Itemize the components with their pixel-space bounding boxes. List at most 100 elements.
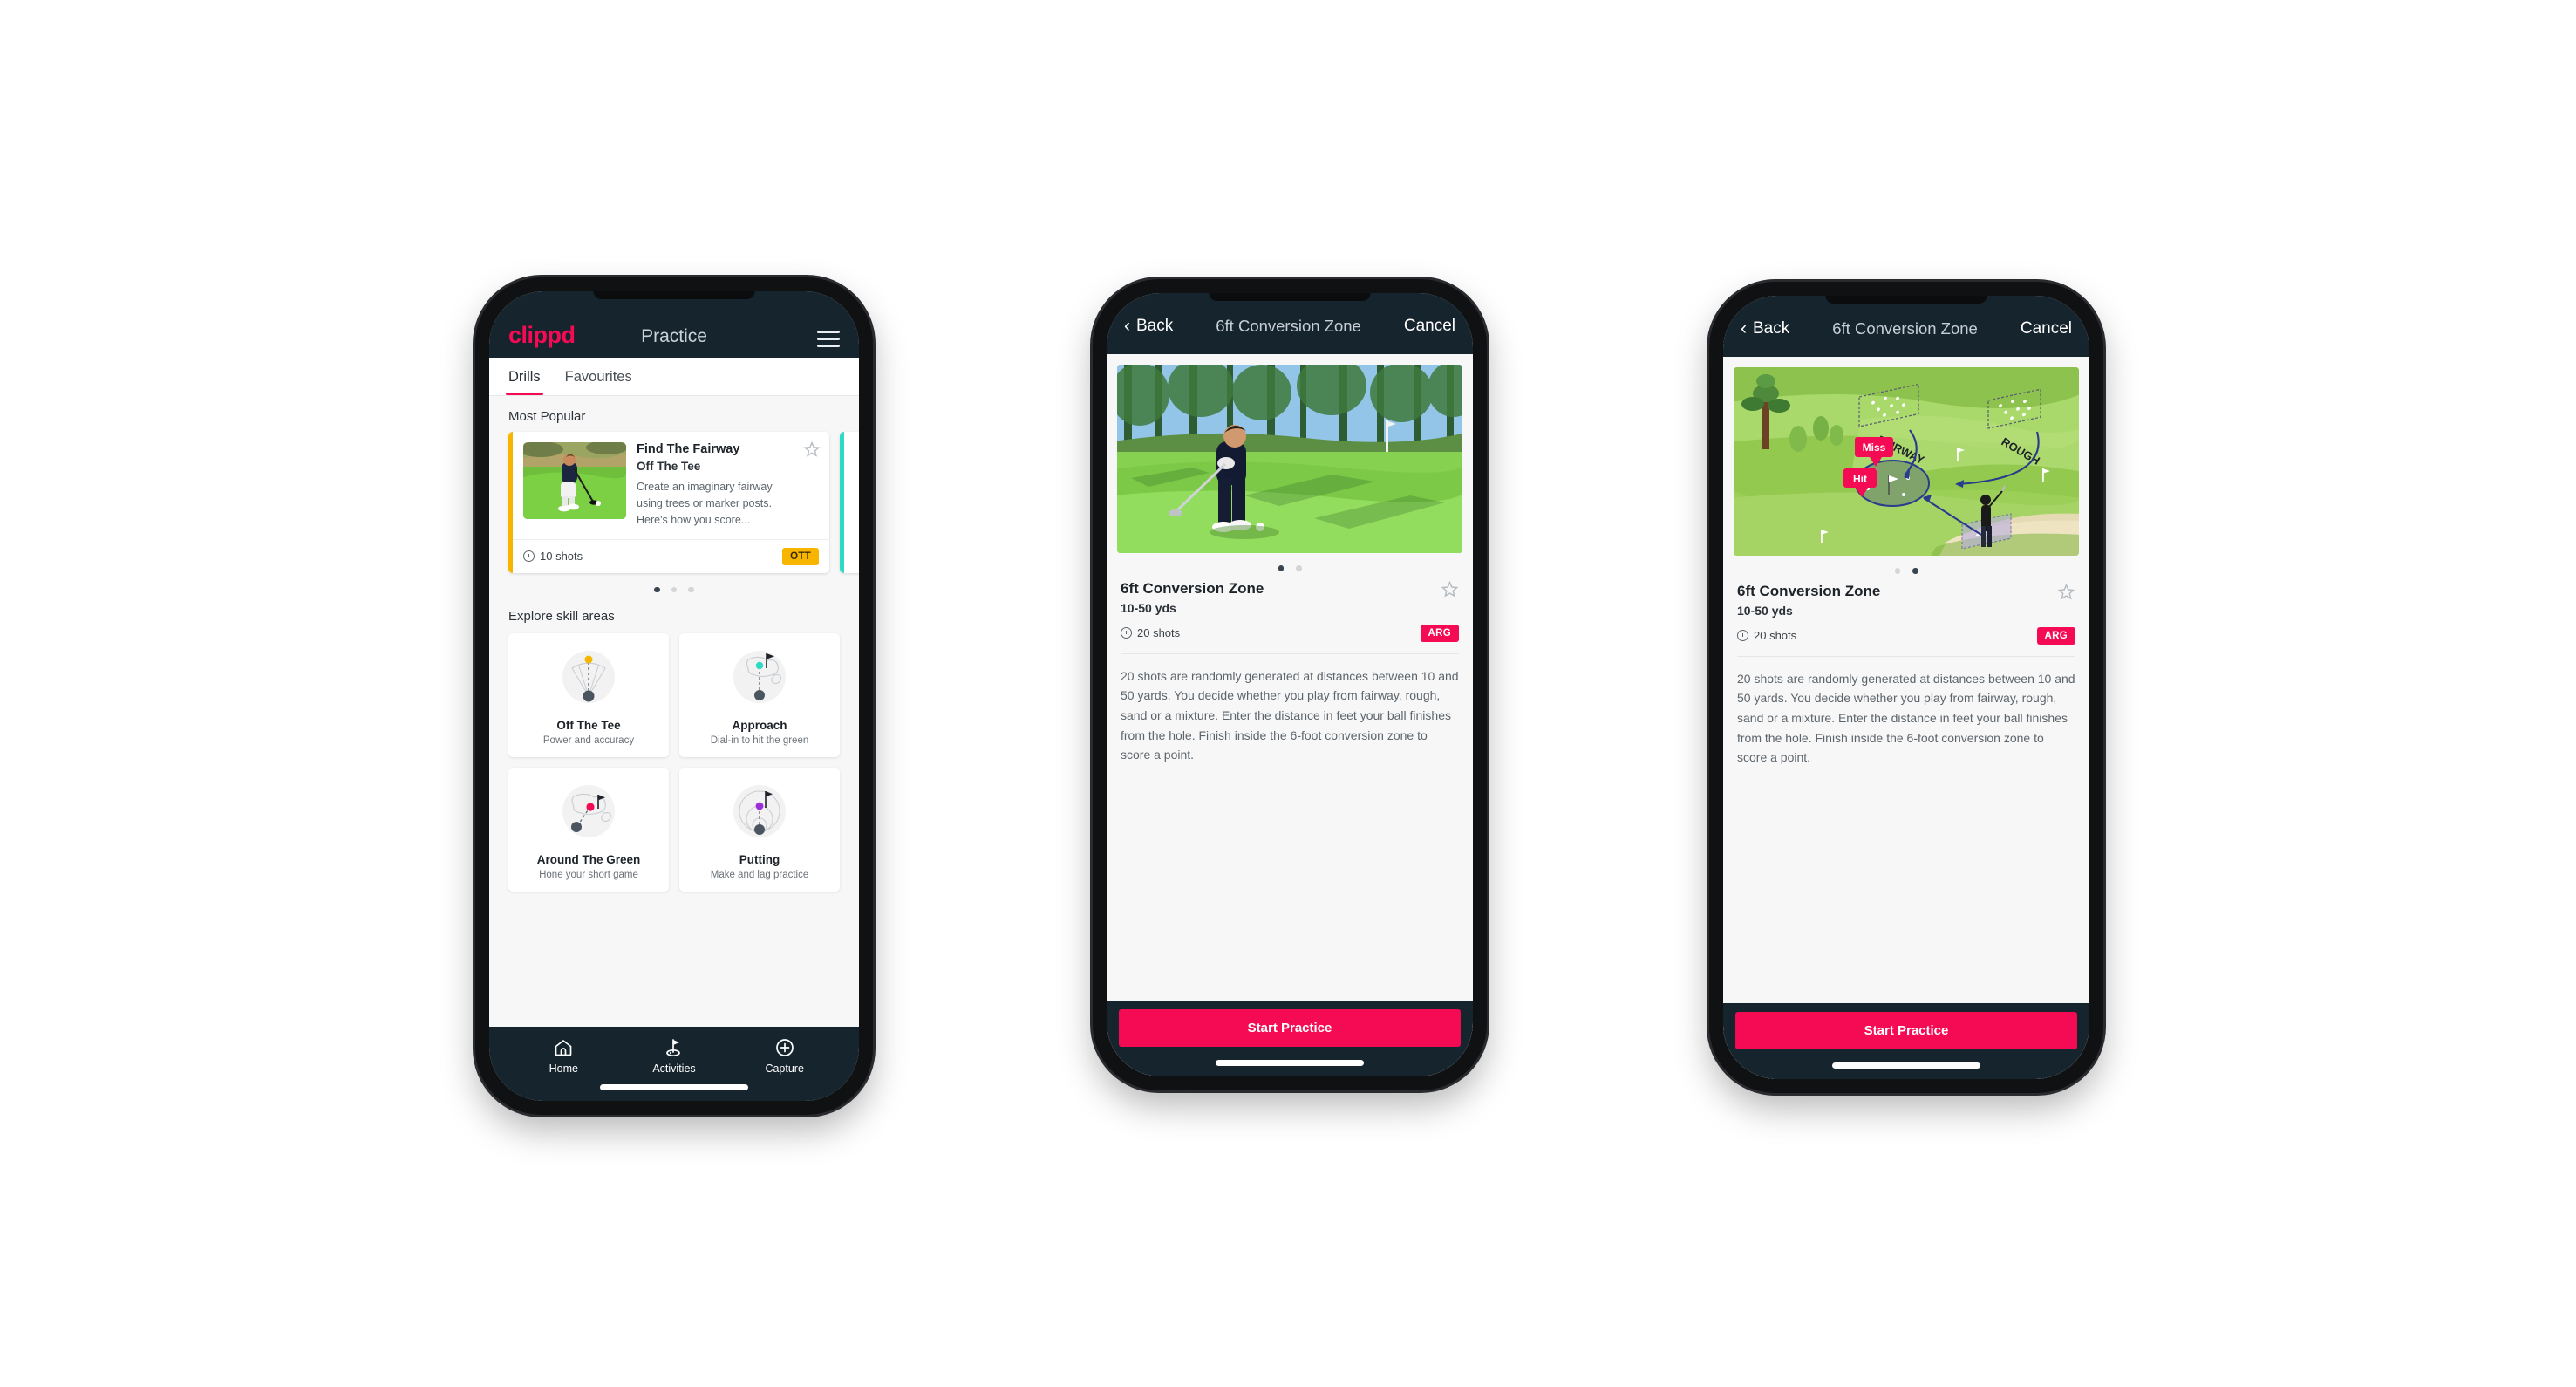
section-explore-skill-areas: Explore skill areas [508,609,615,625]
nav-label: Home [549,1062,578,1075]
skill-card-off-the-tee[interactable]: Off The Tee Power and accuracy [508,633,669,758]
phone-practice-list: clippd Practice Drills Favourites Most P… [475,277,873,1115]
drill-carousel[interactable]: Find The Fairway Off The Tee Create an i… [489,432,859,573]
drill-card[interactable]: Find The Fairway Off The Tee Create an i… [508,432,829,573]
back-label: Back [1136,317,1174,335]
svg-text:Miss: Miss [1863,441,1886,454]
hero-dot-1[interactable] [1894,568,1900,574]
skill-title: Putting [739,853,780,867]
clippd-logo[interactable]: clippd [508,324,576,347]
skill-subtitle: Make and lag practice [710,870,809,881]
phone1-home-indicator [600,1084,748,1090]
nav-title: 6ft Conversion Zone [1216,317,1361,335]
tab-drills[interactable]: Drills [506,358,543,395]
hero-dot-2[interactable] [1912,568,1918,574]
favourite-star-icon[interactable] [1441,580,1459,598]
carousel-dot-2[interactable] [671,586,678,593]
hero-dot-2[interactable] [1296,565,1302,571]
drill-title: Find The Fairway [637,442,740,456]
drill-card-next-peek[interactable] [840,432,859,573]
chip-green-icon [555,780,623,848]
back-button[interactable]: ‹ Back [1741,319,1789,338]
phone2-detail-head: 6ft Conversion Zone 10-50 yds 20 shots A… [1107,580,1473,642]
phone2-screen: ‹ Back 6ft Conversion Zone Cancel 6ft Co… [1107,293,1473,1076]
carousel-dots[interactable] [489,573,859,597]
skill-card-approach[interactable]: Approach Dial-in to hit the green [679,633,840,758]
phone3-notch [1825,296,1987,304]
skill-title: Approach [732,719,787,733]
section-most-popular: Most Popular [508,409,586,424]
skill-subtitle: Hone your short game [539,870,638,881]
skill-title: Off The Tee [556,719,621,733]
tab-bar: Drills Favourites [489,358,859,396]
phone2-navbar: ‹ Back 6ft Conversion Zone Cancel [1107,293,1473,354]
hero-carousel-dots[interactable] [1723,556,2089,583]
hero-carousel-dots[interactable] [1107,553,1473,580]
clock-icon [1737,630,1748,641]
chevron-left-icon: ‹ [1741,318,1747,338]
nav-label: Capture [765,1062,804,1075]
clock-icon [1121,627,1132,639]
hero-photo-golfer-chipping[interactable] [1117,365,1462,553]
drill-card-footer: 10 shots OTT [508,538,829,573]
shots-count: 10 shots [523,550,583,563]
cancel-button[interactable]: Cancel [1404,317,1455,336]
phone-drill-detail-diagram: ‹ Back 6ft Conversion Zone Cancel FAIRWA… [1709,282,2103,1093]
card-accent-bar [508,432,513,573]
home-icon [508,1036,619,1059]
skill-card-around-the-green[interactable]: Around The Green Hone your short game [508,768,669,892]
skill-badge: ARG [2036,626,2075,645]
phone3-home-indicator [1832,1062,1980,1069]
page-title: Practice [641,326,707,346]
phone3-navbar: ‹ Back 6ft Conversion Zone Cancel [1723,296,2089,357]
phone3-detail-head: 6ft Conversion Zone 10-50 yds 20 shots A… [1723,583,2089,645]
cancel-button[interactable]: Cancel [2021,319,2072,338]
chevron-left-icon: ‹ [1124,315,1130,336]
shots-count: 20 shots [1121,626,1180,639]
start-practice-button[interactable]: Start Practice [1119,1009,1461,1047]
drill-category: Off The Tee [637,460,701,474]
favourite-star-icon[interactable] [803,441,821,458]
detail-distance: 10-50 yds [1121,600,1176,615]
golf-flag-icon [619,1036,730,1059]
favourite-star-icon[interactable] [2057,583,2075,601]
drill-description: Create an imaginary fairway using trees … [637,481,773,526]
phone3-screen: ‹ Back 6ft Conversion Zone Cancel FAIRWA… [1723,296,2089,1079]
shots-label: 10 shots [540,550,583,564]
phone2-home-indicator [1216,1060,1364,1066]
screenshot-stage: clippd Practice Drills Favourites Most P… [0,0,2576,1387]
tab-favourites[interactable]: Favourites [565,358,632,395]
card-accent-bar-next [840,432,844,573]
back-button[interactable]: ‹ Back [1124,317,1173,336]
approach-green-icon [726,646,794,714]
carousel-dot-1[interactable] [654,586,660,593]
skill-subtitle: Dial-in to hit the green [710,735,809,747]
phone1-notch [593,291,755,299]
nav-item-capture[interactable]: Capture [729,1036,840,1075]
shots-label: 20 shots [1137,626,1181,639]
skill-badge: ARG [1420,624,1459,642]
skill-badge: OTT [782,547,819,565]
start-practice-button[interactable]: Start Practice [1735,1012,2077,1049]
hero-dot-1[interactable] [1278,565,1284,571]
detail-description: 20 shots are randomly generated at dista… [1121,668,1459,762]
phone1-appbar: clippd Practice [489,291,859,358]
hamburger-icon[interactable] [817,331,840,347]
nav-label: Activities [652,1062,696,1075]
detail-description: 20 shots are randomly generated at dista… [1737,671,2075,765]
nav-title: 6ft Conversion Zone [1832,319,1978,338]
tee-dispersion-icon [555,646,623,714]
skill-card-putting[interactable]: Putting Make and lag practice [679,768,840,892]
svg-text:Hit: Hit [1853,473,1867,485]
nav-item-home[interactable]: Home [508,1036,619,1075]
shots-label: 20 shots [1754,629,1797,642]
hero-course-diagram[interactable]: FAIRWAY ROUGH Miss Hit [1734,367,2079,556]
phone-drill-detail-photo: ‹ Back 6ft Conversion Zone Cancel 6ft Co… [1093,279,1487,1090]
phone1-screen: clippd Practice Drills Favourites Most P… [489,291,859,1101]
nav-item-activities[interactable]: Activities [619,1036,730,1075]
drill-thumbnail [523,442,626,519]
detail-title: 6ft Conversion Zone [1121,579,1264,597]
back-label: Back [1753,319,1790,338]
phone2-body: 6ft Conversion Zone 10-50 yds 20 shots A… [1107,354,1473,1076]
carousel-dot-3[interactable] [688,586,694,593]
